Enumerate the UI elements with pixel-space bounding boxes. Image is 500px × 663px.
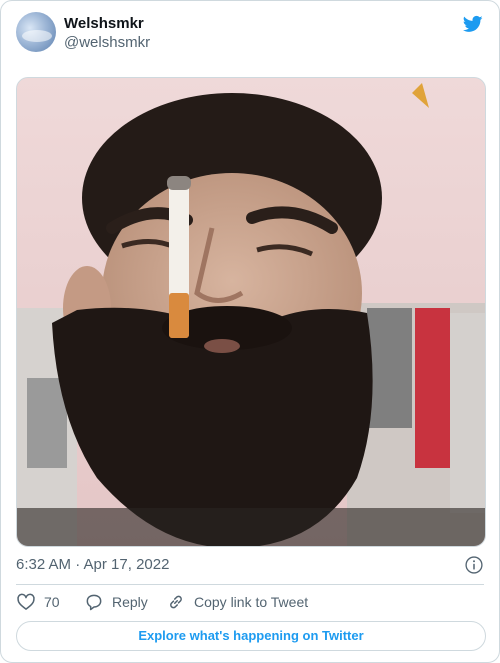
reply-bubble-icon [86,594,102,611]
author-name[interactable]: Welshsmkr [64,15,144,32]
explore-button[interactable]: Explore what's happening on Twitter [16,621,486,651]
divider [16,584,484,585]
tweet-actions: 70 Reply Copy link to Tweet [16,591,486,613]
heart-icon [17,593,35,610]
copy-link-label: Copy link to Tweet [194,594,309,610]
like-count: 70 [44,594,60,610]
link-icon [170,595,182,609]
twitter-bird-icon[interactable] [462,14,484,34]
copy-link-button[interactable]: Copy link to Tweet [166,591,308,613]
reply-label: Reply [112,594,148,610]
info-icon[interactable] [464,555,484,575]
tweet-card: Welshsmkr @welshsmkr 6:32 AM · Apr 17, 2… [0,0,500,663]
photo-illustration [17,78,485,546]
author-handle[interactable]: @welshsmkr [64,34,150,51]
avatar[interactable] [16,12,56,52]
tweet-header: Welshsmkr @welshsmkr [16,12,484,56]
tweet-timestamp[interactable]: 6:32 AM · Apr 17, 2022 [16,556,169,573]
reply-button[interactable]: Reply [84,591,148,613]
like-button[interactable]: 70 [16,591,60,613]
tweet-photo[interactable] [16,77,486,547]
